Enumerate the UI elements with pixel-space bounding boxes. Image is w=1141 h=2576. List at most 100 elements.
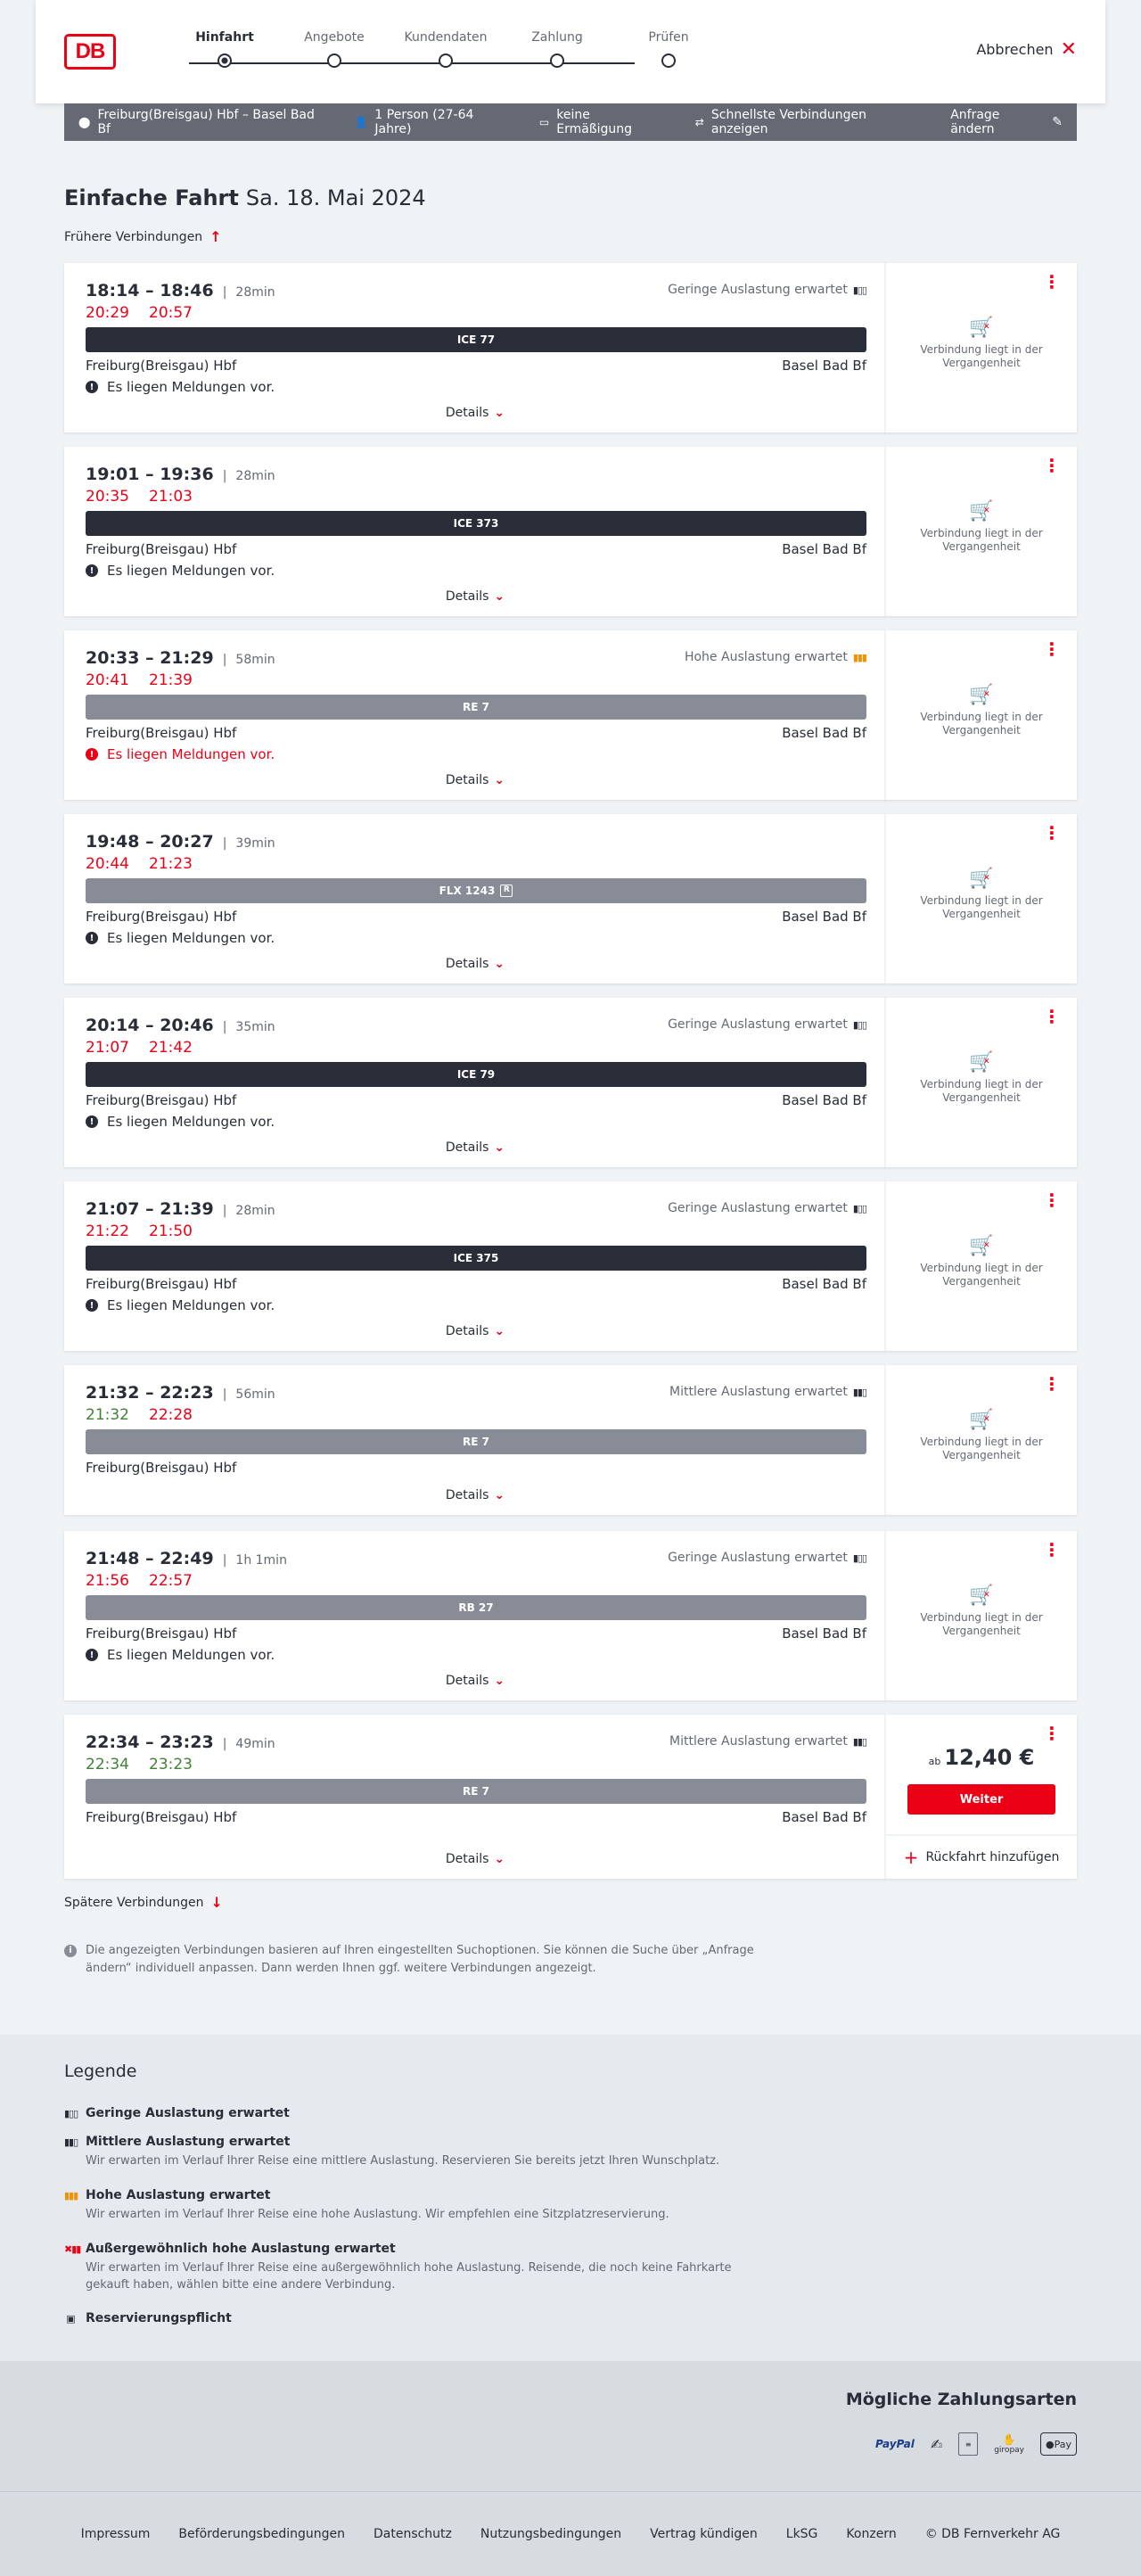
exclamation-icon: ! bbox=[86, 1649, 98, 1661]
train-bar[interactable]: FLX 1243 R bbox=[86, 878, 866, 903]
duration: 35min bbox=[235, 1020, 275, 1034]
step-label: Prüfen bbox=[648, 30, 689, 45]
occupancy-low-icon: ▮▯▯ bbox=[852, 1202, 867, 1214]
more-options-icon[interactable]: ⋮ bbox=[1043, 1008, 1061, 1025]
disruption-message[interactable]: ! Es liegen Meldungen vor. bbox=[86, 379, 275, 395]
planned-times: 21:48 – 22:49 bbox=[86, 1549, 214, 1568]
more-options-icon[interactable]: ⋮ bbox=[1043, 824, 1061, 842]
past-connection-text: Verbindung liegt in der Vergangenheit bbox=[920, 711, 1043, 737]
db-logo[interactable]: DB bbox=[64, 34, 116, 70]
train-bar[interactable]: RE 7 bbox=[86, 1779, 866, 1804]
details-toggle[interactable]: Details ⌄ bbox=[64, 1852, 886, 1866]
realtime-departure: 20:41 bbox=[86, 671, 129, 689]
past-connection-notice: 🛒 Verbindung liegt in der Vergangenheit bbox=[886, 686, 1077, 737]
chevron-down-icon: ⌄ bbox=[494, 1488, 505, 1502]
earlier-connections-link[interactable]: Frühere Verbindungen ↑ bbox=[64, 228, 222, 245]
message-text: Es liegen Meldungen vor. bbox=[107, 379, 275, 395]
connection-card[interactable]: 20:14 – 20:46 | 35min 21:07 21:42 Geringe Aus… bbox=[64, 998, 1077, 1167]
details-toggle[interactable]: Details ⌄ bbox=[64, 1140, 886, 1155]
planned-times: 20:33 – 21:29 bbox=[86, 648, 214, 668]
train-bar[interactable]: ICE 375 bbox=[86, 1246, 866, 1271]
message-text: Es liegen Meldungen vor. bbox=[107, 746, 275, 762]
disruption-message[interactable]: ! Es liegen Meldungen vor. bbox=[86, 930, 275, 946]
footer-link-befoerderungsbedingungen[interactable]: Beförderungsbedingungen bbox=[178, 2527, 345, 2541]
origin-station: Freiburg(Breisgau) Hbf bbox=[86, 1809, 237, 1825]
past-connection-notice: 🛒 Verbindung liegt in der Vergangenheit bbox=[886, 1053, 1077, 1105]
continue-button[interactable]: Weiter bbox=[907, 1784, 1055, 1815]
exclamation-icon: ! bbox=[86, 1299, 98, 1312]
realtime-times: 20:35 21:03 bbox=[86, 488, 193, 506]
add-return-trip-button[interactable]: + Rückfahrt hinzufügen bbox=[886, 1834, 1077, 1879]
disruption-message[interactable]: ! Es liegen Meldungen vor. bbox=[86, 1647, 275, 1663]
train-bar[interactable]: ICE 77 bbox=[86, 327, 866, 352]
past-connection-text: Verbindung liegt in der Vergangenheit bbox=[920, 1078, 1043, 1104]
more-options-icon[interactable]: ⋮ bbox=[1043, 273, 1061, 291]
connection-card[interactable]: 20:33 – 21:29 | 58min 20:41 21:39 Hohe Auslas… bbox=[64, 630, 1077, 800]
details-toggle[interactable]: Details ⌄ bbox=[64, 773, 886, 787]
train-bar[interactable]: ICE 79 bbox=[86, 1062, 866, 1087]
footer-link-lksg[interactable]: LkSG bbox=[786, 2527, 818, 2541]
more-options-icon[interactable]: ⋮ bbox=[1043, 1191, 1061, 1209]
footer-link-konzern[interactable]: Konzern bbox=[846, 2527, 896, 2541]
realtime-times: 20:41 21:39 bbox=[86, 671, 193, 689]
details-label: Details bbox=[445, 773, 489, 787]
train-bar[interactable]: ICE 373 bbox=[86, 511, 866, 536]
more-options-icon[interactable]: ⋮ bbox=[1043, 1724, 1061, 1742]
details-toggle[interactable]: Details ⌄ bbox=[64, 589, 886, 604]
later-label: Spätere Verbindungen bbox=[64, 1895, 204, 1910]
disruption-message[interactable]: ! Es liegen Meldungen vor. bbox=[86, 1297, 275, 1313]
origin-station: Freiburg(Breisgau) Hbf bbox=[86, 1092, 237, 1108]
destination-station: Basel Bad Bf bbox=[782, 909, 866, 925]
step-dot bbox=[439, 53, 453, 68]
details-toggle[interactable]: Details ⌄ bbox=[64, 1674, 886, 1688]
disruption-message[interactable]: ! Es liegen Meldungen vor. bbox=[86, 563, 275, 579]
details-label: Details bbox=[445, 1324, 489, 1338]
connection-card[interactable]: 18:14 – 18:46 | 28min 20:29 20:57 Geringe Aus… bbox=[64, 263, 1077, 432]
occupancy-extreme-icon: ✖▮▮ bbox=[64, 2243, 81, 2255]
occupancy-high-icon: ▮▮▮ bbox=[64, 2189, 78, 2202]
details-toggle[interactable]: Details ⌄ bbox=[64, 406, 886, 420]
cancel-button[interactable]: Abbrechen ✕ bbox=[976, 39, 1077, 59]
realtime-times: 21:56 22:57 bbox=[86, 1572, 193, 1590]
chevron-down-icon: ⌄ bbox=[494, 589, 505, 604]
connection-card[interactable]: 19:48 – 20:27 | 39min 20:44 21:23 FLX 1243 R Fr… bbox=[64, 814, 1077, 983]
legend-section: Legende ▮▯▯ Geringe Auslastung erwartet ▮▮… bbox=[0, 2035, 1141, 2361]
more-options-icon[interactable]: ⋮ bbox=[1043, 1375, 1061, 1393]
more-options-icon[interactable]: ⋮ bbox=[1043, 1541, 1061, 1559]
edit-request-button[interactable]: Anfrage ändern ✎ bbox=[950, 108, 1063, 136]
disruption-message[interactable]: ! Es liegen Meldungen vor. bbox=[86, 1114, 275, 1130]
summary-fastest: ⇄ Schnellste Verbindungen anzeigen bbox=[695, 108, 922, 136]
message-text: Es liegen Meldungen vor. bbox=[107, 1297, 275, 1313]
step-dot bbox=[550, 53, 564, 68]
train-bar[interactable]: RB 27 bbox=[86, 1595, 866, 1620]
footer-link-datenschutz[interactable]: Datenschutz bbox=[373, 2527, 452, 2541]
connection-card[interactable]: 19:01 – 19:36 | 28min 20:35 21:03 ICE 373 Frei… bbox=[64, 447, 1077, 616]
more-options-icon[interactable]: ⋮ bbox=[1043, 457, 1061, 474]
scheduled-times: 19:48 – 20:27 | 39min bbox=[86, 832, 275, 852]
realtime-arrival: 22:28 bbox=[149, 1406, 193, 1424]
later-connections-link[interactable]: Spätere Verbindungen ↓ bbox=[64, 1894, 223, 1911]
footer-link-impressum[interactable]: Impressum bbox=[81, 2527, 151, 2541]
connection-card[interactable]: 21:48 – 22:49 | 1h 1min 21:56 22:57 Geringe A… bbox=[64, 1531, 1077, 1700]
footer-link-nutzungsbedingungen[interactable]: Nutzungsbedingungen bbox=[480, 2527, 621, 2541]
realtime-times: 20:29 20:57 bbox=[86, 304, 193, 322]
payment-logos: PayPal ✍ ≡ ✋ giropay ● Pay bbox=[875, 2432, 1077, 2456]
realtime-departure: 21:32 bbox=[86, 1406, 129, 1424]
details-toggle[interactable]: Details ⌄ bbox=[64, 1488, 886, 1502]
footer-link-vertrag-kuendigen[interactable]: Vertrag kündigen bbox=[650, 2527, 758, 2541]
details-toggle[interactable]: Details ⌄ bbox=[64, 1324, 886, 1338]
connection-card[interactable]: 21:07 – 21:39 | 28min 21:22 21:50 Geringe Aus… bbox=[64, 1181, 1077, 1351]
realtime-departure: 20:44 bbox=[86, 855, 129, 873]
details-toggle[interactable]: Details ⌄ bbox=[64, 957, 886, 971]
train-bar[interactable]: RE 7 bbox=[86, 695, 866, 720]
offer-panel: ⋮ ab 12,40 € Weiter + Rückfahrt hinzufügen bbox=[886, 1715, 1077, 1879]
chevron-down-icon: ⌄ bbox=[494, 1140, 505, 1155]
connection-card[interactable]: 22:34 – 23:23 | 49min 22:34 23:23 Mittlere Au… bbox=[64, 1715, 1077, 1879]
more-options-icon[interactable]: ⋮ bbox=[1043, 640, 1061, 658]
disruption-message[interactable]: ! Es liegen Meldungen vor. bbox=[86, 746, 275, 762]
occupancy-high-icon: ▮▮▮ bbox=[852, 651, 867, 663]
info-icon: i bbox=[64, 1945, 77, 1957]
train-bar[interactable]: RE 7 bbox=[86, 1429, 866, 1454]
connection-card[interactable]: 21:32 – 22:23 | 56min 21:32 22:28 Mittlere Au… bbox=[64, 1365, 1077, 1515]
giropay-logo: ✋ giropay bbox=[994, 2432, 1024, 2456]
